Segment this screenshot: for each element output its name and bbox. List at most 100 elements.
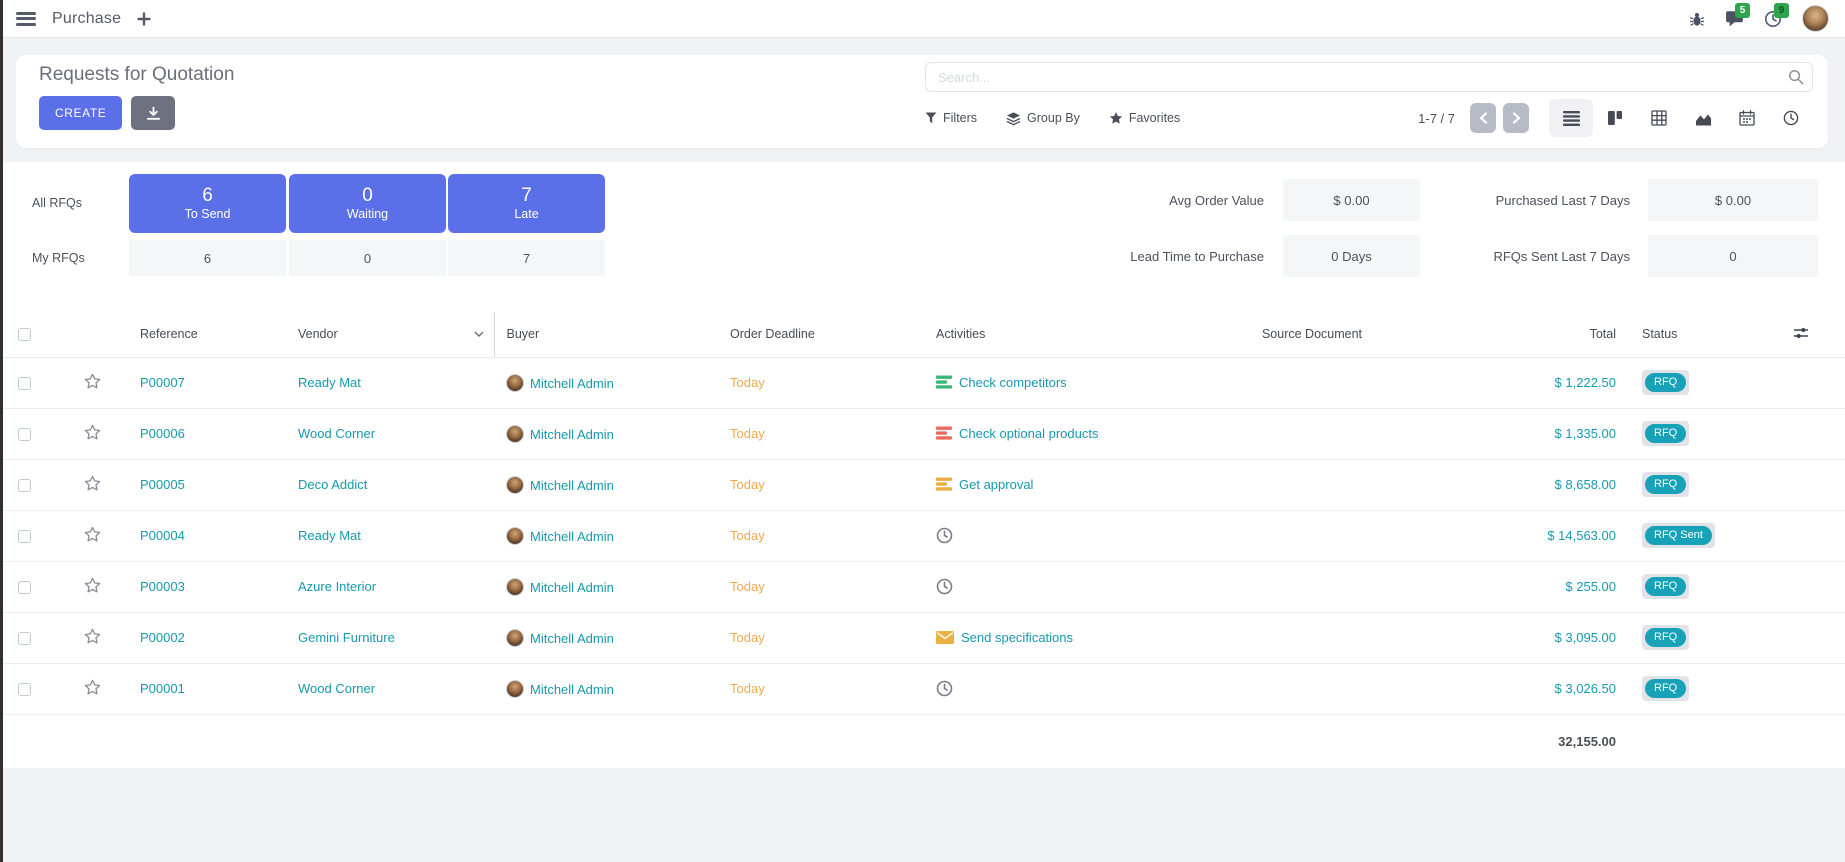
buyer-link[interactable]: Mitchell Admin [530,478,614,493]
reference-link[interactable]: P00003 [140,579,185,594]
activities-clock-icon[interactable]: 9 [1764,10,1782,28]
new-tab-plus-icon[interactable] [137,12,151,26]
favorite-star-icon[interactable] [84,628,101,645]
vendor-link[interactable]: Deco Addict [298,477,367,492]
activity-label[interactable]: Get approval [959,477,1033,492]
buyer-link[interactable]: Mitchell Admin [530,682,614,697]
vendor-link[interactable]: Gemini Furniture [298,630,395,645]
source-document-cell [1174,408,1450,459]
favorite-star-icon[interactable] [84,526,101,543]
buyer-avatar [506,578,524,596]
kpi-avg-order-label: Avg Order Value [1169,193,1264,208]
activity-clock-icon[interactable] [936,527,953,544]
view-graph-button[interactable] [1681,99,1725,137]
buyer-link[interactable]: Mitchell Admin [530,376,614,391]
column-header-source[interactable]: Source Document [1174,312,1450,357]
column-header-activities[interactable]: Activities [924,312,1174,357]
favorite-star-icon[interactable] [84,577,101,594]
activity-clock-icon[interactable] [936,680,953,697]
buyer-avatar [506,374,524,392]
column-header-buyer[interactable]: Buyer [494,312,718,357]
activity-list-icon[interactable] [936,426,952,440]
column-header-status[interactable]: Status [1620,312,1760,357]
reference-link[interactable]: P00007 [140,375,185,390]
view-calendar-button[interactable] [1725,99,1769,137]
buyer-link[interactable]: Mitchell Admin [530,580,614,595]
kanban-view-icon [1607,110,1623,126]
row-checkbox[interactable] [18,581,31,594]
vendor-link[interactable]: Ready Mat [298,375,361,390]
debug-bug-icon[interactable] [1689,11,1705,27]
reference-link[interactable]: P00001 [140,681,185,696]
row-checkbox[interactable] [18,683,31,696]
stat-waiting-button[interactable]: 0Waiting [289,174,446,233]
activity-label[interactable]: Send specifications [961,630,1073,645]
activity-label[interactable]: Check optional products [959,426,1098,441]
column-header-vendor[interactable]: Vendor [286,312,494,357]
buyer-avatar [506,629,524,647]
rfq-list-table: Reference Vendor Buyer Order Deadline Ac… [0,312,1845,768]
user-avatar[interactable] [1802,5,1829,32]
row-checkbox[interactable] [18,377,31,390]
buyer-link[interactable]: Mitchell Admin [530,529,614,544]
favorite-star-icon[interactable] [84,679,101,696]
source-document-cell [1174,612,1450,663]
optional-columns-sliders-icon[interactable] [1793,326,1809,340]
reference-link[interactable]: P00002 [140,630,185,645]
favorite-star-icon[interactable] [84,424,101,441]
search-input[interactable] [925,62,1813,92]
create-button[interactable]: CREATE [39,96,122,130]
view-kanban-button[interactable] [1593,99,1637,137]
stat-to-send-button[interactable]: 6To Send [129,174,286,233]
activity-envelope-icon[interactable] [936,631,954,644]
reference-link[interactable]: P00005 [140,477,185,492]
favorite-star-icon[interactable] [84,475,101,492]
my-waiting-cell[interactable]: 0 [289,240,446,276]
column-header-reference[interactable]: Reference [128,312,286,357]
view-list-button[interactable] [1549,99,1593,137]
messages-chat-icon[interactable]: 5 [1725,10,1744,27]
status-badge: RFQ Sent [1642,523,1715,548]
order-deadline-value: Today [730,477,765,492]
apps-menu-icon[interactable] [16,12,36,26]
column-header-total[interactable]: Total [1450,312,1620,357]
buyer-link[interactable]: Mitchell Admin [530,631,614,646]
my-late-cell[interactable]: 7 [448,240,605,276]
activity-clock-icon[interactable] [936,578,953,595]
vendor-link[interactable]: Wood Corner [298,681,375,696]
column-header-deadline[interactable]: Order Deadline [718,312,924,357]
view-pivot-button[interactable] [1637,99,1681,137]
pager-prev-button[interactable] [1470,103,1496,133]
favorite-star-icon[interactable] [84,373,101,390]
kpi-avg-order-value: $ 0.00 [1283,179,1420,221]
my-to-send-cell[interactable]: 6 [129,240,286,276]
reference-link[interactable]: P00006 [140,426,185,441]
activity-label[interactable]: Check competitors [959,375,1067,390]
row-total: $ 255.00 [1565,579,1616,594]
filters-button[interactable]: Filters [925,111,977,125]
row-checkbox[interactable] [18,479,31,492]
pager-next-button[interactable] [1503,103,1529,133]
kpi-lead-time-label: Lead Time to Purchase [1130,249,1264,264]
row-checkbox[interactable] [18,632,31,645]
table-row: P00005 Deco Addict Mitchell Admin Today … [0,459,1845,510]
select-all-checkbox[interactable] [18,328,31,341]
group-by-button[interactable]: Group By [1006,111,1080,126]
vendor-link[interactable]: Ready Mat [298,528,361,543]
row-checkbox[interactable] [18,530,31,543]
buyer-link[interactable]: Mitchell Admin [530,427,614,442]
stat-late-button[interactable]: 7Late [448,174,605,233]
view-activity-button[interactable] [1769,99,1813,137]
app-title[interactable]: Purchase [52,10,121,28]
vendor-link[interactable]: Azure Interior [298,579,376,594]
activity-list-icon[interactable] [936,477,952,491]
all-rfqs-label: All RFQs [32,196,82,210]
reference-link[interactable]: P00004 [140,528,185,543]
list-view-icon [1563,111,1580,126]
kpi-purchased-label: Purchased Last 7 Days [1496,193,1630,208]
row-checkbox[interactable] [18,428,31,441]
vendor-link[interactable]: Wood Corner [298,426,375,441]
activity-list-icon[interactable] [936,375,952,389]
favorites-button[interactable]: Favorites [1109,111,1180,125]
export-button[interactable] [131,96,175,130]
